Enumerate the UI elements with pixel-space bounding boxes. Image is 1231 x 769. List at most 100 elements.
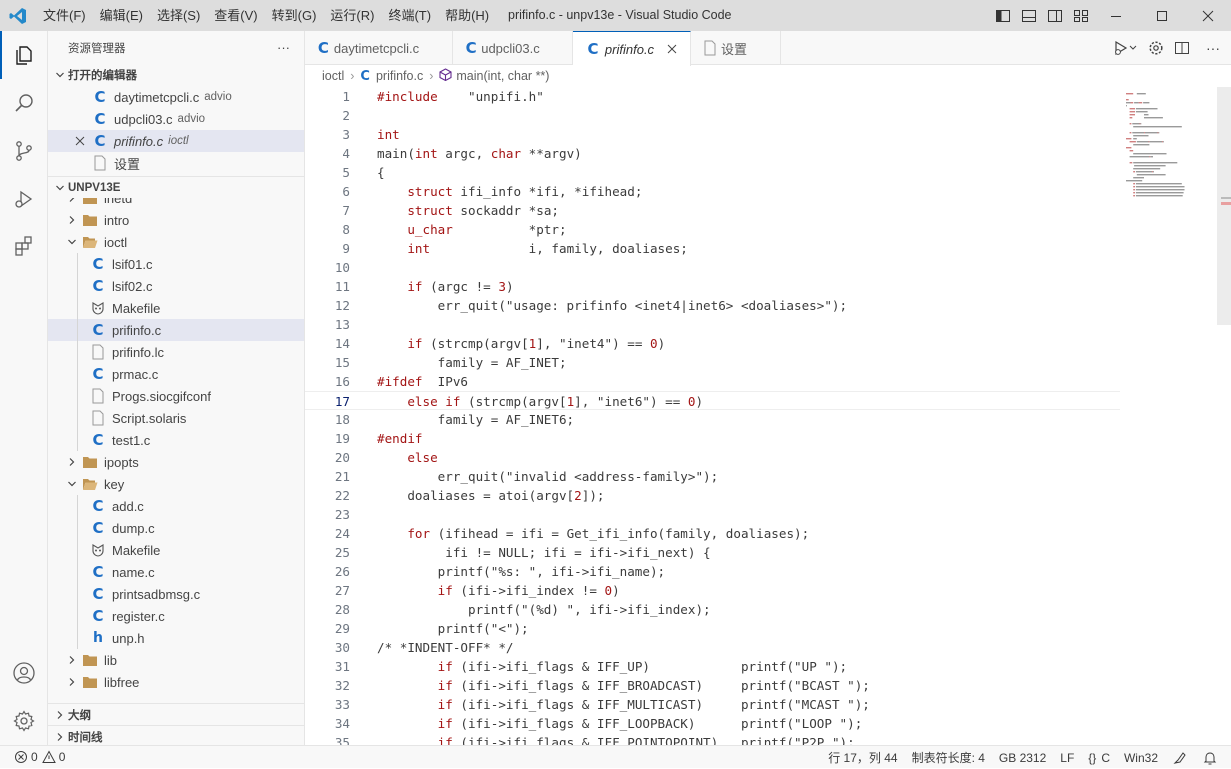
feedback-icon[interactable]	[1165, 750, 1195, 766]
maximize-icon[interactable]	[1139, 0, 1185, 31]
tree-file[interactable]: Cprintsadbmsg.c	[48, 583, 304, 605]
code-line[interactable]: 29 printf("<");	[305, 619, 1120, 638]
code-line[interactable]: 30 /* *INDENT-OFF* */	[305, 638, 1120, 657]
code-line[interactable]: 8 u_char *ptr;	[305, 220, 1120, 239]
code-line[interactable]: 5{	[305, 163, 1120, 182]
code-line[interactable]: 12 err_quit("usage: prifinfo <inet4|inet…	[305, 296, 1120, 315]
open-editor-item[interactable]: Cdaytimetcpcli.c advio	[48, 86, 304, 108]
timeline-section-header[interactable]: 时间线	[48, 725, 304, 745]
code-line[interactable]: 22 doaliases = atoi(argv[2]);	[305, 486, 1120, 505]
minimize-icon[interactable]	[1093, 0, 1139, 31]
code-line[interactable]: 17 else if (strcmp(argv[1], "inet6") == …	[305, 391, 1120, 410]
tree-file[interactable]: Clsif02.c	[48, 275, 304, 297]
menu-item[interactable]: 编辑(E)	[93, 0, 150, 31]
code-line[interactable]: 13	[305, 315, 1120, 334]
tree-file[interactable]: Makefile	[48, 539, 304, 561]
tree-file[interactable]: Cprifinfo.c	[48, 319, 304, 341]
open-editor-item[interactable]: 设置	[48, 152, 304, 174]
search-icon[interactable]	[0, 79, 48, 127]
tree-folder[interactable]: intro	[48, 209, 304, 231]
breadcrumb-symbol[interactable]: main(int, char **)	[456, 69, 549, 83]
editor-tab[interactable]: Cprifinfo.c	[573, 31, 691, 66]
code-line[interactable]: 14 if (strcmp(argv[1], "inet4") == 0)	[305, 334, 1120, 353]
language-mode[interactable]: {} C	[1081, 751, 1117, 765]
run-dropdown-icon[interactable]	[1109, 31, 1143, 65]
tree-file[interactable]: h unp.h	[48, 627, 304, 649]
code-line[interactable]: 24 for (ifihead = ifi = Get_ifi_info(fam…	[305, 524, 1120, 543]
code-line[interactable]: 26 printf("%s: ", ifi->ifi_name);	[305, 562, 1120, 581]
code-line[interactable]: 16 #ifdef IPv6	[305, 372, 1120, 391]
close-icon[interactable]	[70, 136, 90, 146]
tree-file[interactable]: Progs.siocgifconf	[48, 385, 304, 407]
open-editors-section-header[interactable]: 打开的编辑器	[48, 64, 304, 86]
menu-item[interactable]: 查看(V)	[207, 0, 264, 31]
code-line[interactable]: 28 printf("(%d) ", ifi->ifi_index);	[305, 600, 1120, 619]
explorer-icon[interactable]	[0, 31, 48, 79]
code-line[interactable]: 33 if (ifi->ifi_flags & IFF_MULTICAST) p…	[305, 695, 1120, 714]
open-editor-item[interactable]: Cudpcli03.c advio	[48, 108, 304, 130]
tree-folder[interactable]: key	[48, 473, 304, 495]
platform[interactable]: Win32	[1117, 751, 1165, 765]
settings-gear-icon[interactable]	[1143, 31, 1169, 65]
toggle-primary-sidebar-icon[interactable]	[990, 0, 1016, 31]
breadcrumb-file[interactable]: prifinfo.c	[376, 69, 423, 83]
code-line[interactable]: 1 #include "unpifi.h"	[305, 87, 1120, 106]
tree-file[interactable]: Clsif01.c	[48, 253, 304, 275]
scrollbar-thumb[interactable]	[1217, 87, 1231, 325]
menu-item[interactable]: 终端(T)	[381, 0, 438, 31]
menu-item[interactable]: 选择(S)	[150, 0, 207, 31]
tree-file[interactable]: Cdump.c	[48, 517, 304, 539]
accounts-icon[interactable]	[0, 649, 48, 697]
tree-folder[interactable]: libfree	[48, 671, 304, 692]
vertical-scrollbar[interactable]	[1217, 87, 1231, 745]
code-line[interactable]: 10	[305, 258, 1120, 277]
code-line[interactable]: 31 if (ifi->ifi_flags & IFF_UP) printf("…	[305, 657, 1120, 676]
editor-tab[interactable]: Cdaytimetcpcli.c	[305, 31, 453, 65]
tree-file[interactable]: Ctest1.c	[48, 429, 304, 451]
notifications-bell-icon[interactable]	[1195, 750, 1225, 766]
end-of-line[interactable]: LF	[1053, 751, 1081, 765]
close-window-icon[interactable]	[1185, 0, 1231, 31]
toggle-panel-icon[interactable]	[1016, 0, 1042, 31]
cursor-position[interactable]: 行 17，列 44	[821, 749, 904, 766]
code-line[interactable]: 3 int	[305, 125, 1120, 144]
code-line[interactable]: 4 main(int argc, char **argv)	[305, 144, 1120, 163]
workspace-section-header[interactable]: UNPV13E	[48, 176, 304, 198]
code-editor[interactable]: 1 #include "unpifi.h" 2 3 int 4 main(int argc,…	[305, 87, 1120, 745]
tree-file[interactable]: Makefile	[48, 297, 304, 319]
close-icon[interactable]	[664, 44, 680, 54]
indentation[interactable]: 制表符长度: 4	[905, 749, 992, 766]
outline-section-header[interactable]: 大纲	[48, 703, 304, 725]
customize-layout-icon[interactable]	[1068, 0, 1094, 31]
code-line[interactable]: 23	[305, 505, 1120, 524]
code-line[interactable]: 18 family = AF_INET6;	[305, 410, 1120, 429]
breadcrumb-folder[interactable]: ioctl	[322, 69, 344, 83]
tree-file[interactable]: Cadd.c	[48, 495, 304, 517]
code-line[interactable]: 20 else	[305, 448, 1120, 467]
run-debug-icon[interactable]	[0, 175, 48, 223]
tree-file[interactable]: Cregister.c	[48, 605, 304, 627]
tree-folder[interactable]: ioctl	[48, 231, 304, 253]
code-line[interactable]: 9 int i, family, doaliases;	[305, 239, 1120, 258]
code-line[interactable]: 27 if (ifi->ifi_index != 0)	[305, 581, 1120, 600]
menu-item[interactable]: 运行(R)	[323, 0, 381, 31]
open-editor-item[interactable]: Cprifinfo.c ioctl	[48, 130, 304, 152]
code-line[interactable]: 21 err_quit("invalid <address-family>");	[305, 467, 1120, 486]
source-control-icon[interactable]	[0, 127, 48, 175]
split-editor-icon[interactable]	[1169, 31, 1195, 65]
tree-file[interactable]: Cprmac.c	[48, 363, 304, 385]
code-line[interactable]: 2	[305, 106, 1120, 125]
menu-item[interactable]: 帮助(H)	[438, 0, 496, 31]
toggle-secondary-sidebar-icon[interactable]	[1042, 0, 1068, 31]
code-line[interactable]: 35 if (ifi->ifi_flags & IFF_POINTOPOINT)…	[305, 733, 1120, 745]
code-line[interactable]: 15 family = AF_INET;	[305, 353, 1120, 372]
code-line[interactable]: 32 if (ifi->ifi_flags & IFF_BROADCAST) p…	[305, 676, 1120, 695]
code-line[interactable]: 7 struct sockaddr *sa;	[305, 201, 1120, 220]
code-line[interactable]: 11 if (argc != 3)	[305, 277, 1120, 296]
tree-folder[interactable]: lib	[48, 649, 304, 671]
problems-status[interactable]: 0 0	[0, 750, 72, 764]
extensions-icon[interactable]	[0, 223, 48, 271]
code-line[interactable]: 6 struct ifi_info *ifi, *ifihead;	[305, 182, 1120, 201]
tree-file[interactable]: Cname.c	[48, 561, 304, 583]
code-line[interactable]: 25 ifi != NULL; ifi = ifi->ifi_next) {	[305, 543, 1120, 562]
